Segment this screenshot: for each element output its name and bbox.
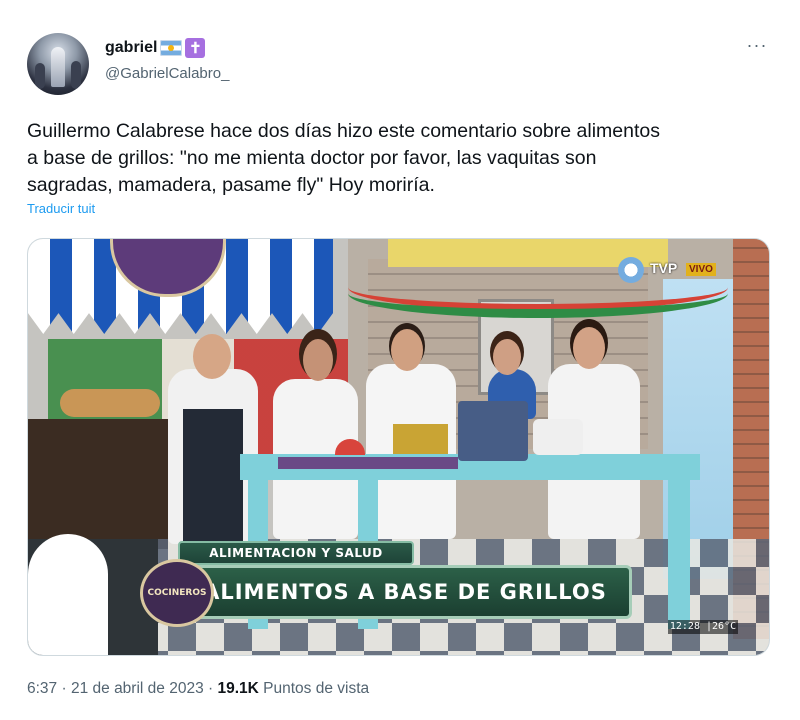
counter-leg [668,479,690,629]
mixer-appliance [458,401,528,461]
footer-separator: · [61,680,67,697]
tweet-media-image[interactable]: TVP VIVO ALIMENTACION Y SALUD ALIMENTOS … [27,238,770,656]
avatar-figure-left [35,63,45,89]
doctor-head [391,329,423,371]
tweet-time[interactable]: 6:37 [27,680,57,697]
footer-separator: · [208,680,214,697]
section-banner: ALIMENTACION Y SALUD [178,541,414,565]
avatar[interactable] [27,33,89,95]
headline-banner: ALIMENTOS A BASE DE GRILLOS [178,565,632,619]
chef-head [193,334,231,379]
tweet-date[interactable]: 21 de abril de 2023 [71,680,204,697]
round-table [28,534,108,655]
tvp-channel-text: TVP [650,260,678,276]
author-handle[interactable]: @GabrielCalabro_ [105,65,229,82]
tvp-logo-icon [618,257,644,283]
tvp-channel-logo: TVP VIVO [618,257,728,283]
cricket-jars [393,424,448,454]
studio-shelf [28,419,168,549]
views-label: Puntos de vista [263,680,370,697]
bread-basket [60,389,160,417]
avatar-figure [51,47,65,87]
translate-tweet-link[interactable]: Traducir tuit [27,201,95,216]
blender-appliance [533,419,583,455]
host-woman-head [493,339,521,375]
tweet: gabriel ✝ @GabrielCalabro_ ··· Guillermo… [0,0,800,720]
show-badge: COCINEROS [140,559,214,627]
avatar-figure-right [71,61,81,89]
broadcast-clock: 12:28 |26°C [668,620,738,634]
host-man-head [573,327,605,369]
author-display-name[interactable]: gabriel ✝ [105,38,206,58]
latin-cross-icon: ✝ [185,38,206,58]
woman-head [303,339,333,381]
tweet-text: Guillermo Calabrese hace dos días hizo e… [27,120,660,196]
tweet-footer: 6:37 · 21 de abril de 2023 · 19.1K Punto… [27,680,369,698]
purple-tablecloth [278,457,458,469]
chef-apron [183,409,243,544]
views-count: 19.1K [217,680,259,697]
author-name-text: gabriel [105,39,158,56]
more-options-icon[interactable]: ··· [744,36,770,58]
live-badge: VIVO [686,263,716,276]
argentina-flag-icon [160,40,183,56]
